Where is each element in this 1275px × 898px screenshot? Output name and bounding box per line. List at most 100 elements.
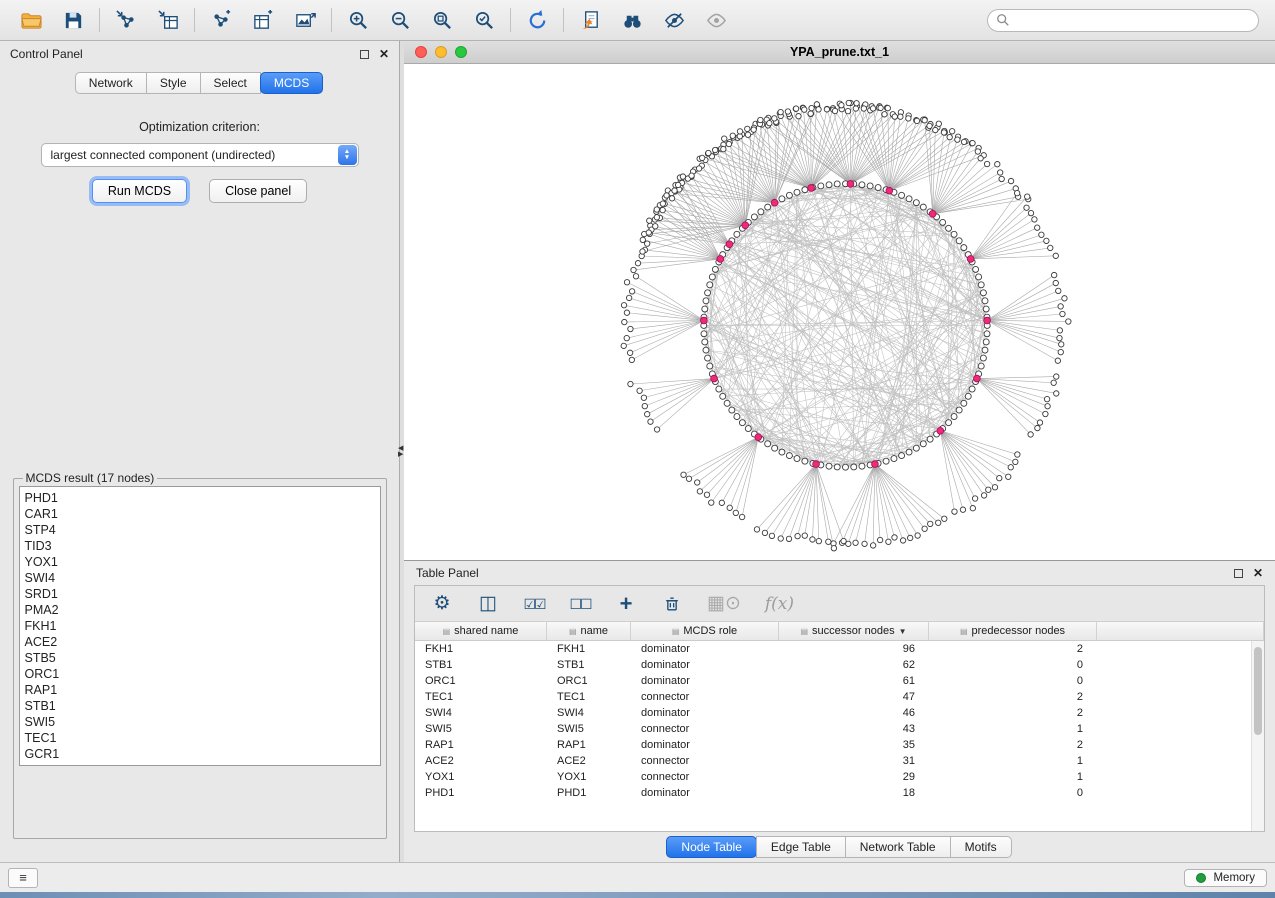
table-cell[interactable]: 62 xyxy=(779,659,929,671)
table-cell[interactable]: dominator xyxy=(631,675,779,687)
table-cell[interactable]: SWI5 xyxy=(547,723,631,735)
result-node[interactable]: FKH1 xyxy=(25,618,375,634)
deselect-all-button[interactable]: ☐☐ xyxy=(569,591,591,617)
column-header[interactable]: ▤predecessor nodes xyxy=(929,622,1097,640)
table-cell[interactable]: FKH1 xyxy=(547,643,631,655)
table-cell[interactable]: STB1 xyxy=(415,659,547,671)
close-panel-icon[interactable]: ✕ xyxy=(379,48,389,60)
result-node[interactable]: STP4 xyxy=(25,522,375,538)
table-row[interactable]: SWI4SWI4dominator462 xyxy=(415,705,1264,721)
table-cell[interactable]: dominator xyxy=(631,707,779,719)
table-cell[interactable]: 46 xyxy=(779,707,929,719)
tab-select[interactable]: Select xyxy=(200,72,261,94)
table-cell[interactable]: YOX1 xyxy=(415,771,547,783)
result-node[interactable]: TID3 xyxy=(25,538,375,554)
table-cell[interactable]: PHD1 xyxy=(547,787,631,799)
tab-style[interactable]: Style xyxy=(146,72,201,94)
result-node[interactable]: SWI4 xyxy=(25,570,375,586)
table-cell[interactable]: ACE2 xyxy=(415,755,547,767)
table-cell[interactable]: dominator xyxy=(631,739,779,751)
table-settings-button[interactable]: ⚙ xyxy=(431,591,453,617)
table-cell[interactable]: 47 xyxy=(779,691,929,703)
table-row[interactable]: STB1STB1dominator620 xyxy=(415,657,1264,673)
save-session-button[interactable] xyxy=(52,4,94,36)
table-cell[interactable]: RAP1 xyxy=(415,739,547,751)
table-cell[interactable]: ORC1 xyxy=(547,675,631,687)
result-node[interactable]: TEC1 xyxy=(25,730,375,746)
table-cell[interactable]: 2 xyxy=(929,643,1097,655)
tab-edge-table[interactable]: Edge Table xyxy=(756,836,846,858)
minimize-window-icon[interactable] xyxy=(435,46,447,58)
table-cell[interactable]: SWI4 xyxy=(547,707,631,719)
table-row[interactable]: RAP1RAP1dominator352 xyxy=(415,737,1264,753)
table-cell[interactable]: connector xyxy=(631,723,779,735)
zoom-in-button[interactable] xyxy=(337,4,379,36)
close-table-panel-icon[interactable]: ✕ xyxy=(1253,567,1263,579)
table-cell[interactable]: FKH1 xyxy=(415,643,547,655)
table-cell[interactable]: 18 xyxy=(779,787,929,799)
search-input[interactable] xyxy=(1010,13,1250,27)
table-cell[interactable]: connector xyxy=(631,691,779,703)
table-row[interactable]: ORC1ORC1dominator610 xyxy=(415,673,1264,689)
network-window-titlebar[interactable]: YPA_prune.txt_1 xyxy=(404,41,1275,64)
optimization-criterion-select[interactable]: largest connected component (undirected)… xyxy=(41,143,359,167)
result-node[interactable]: SRD1 xyxy=(25,586,375,602)
table-row[interactable]: SWI5SWI5connector431 xyxy=(415,721,1264,737)
export-image-button[interactable] xyxy=(284,4,326,36)
tab-network[interactable]: Network xyxy=(75,72,147,94)
table-cell[interactable]: ACE2 xyxy=(547,755,631,767)
table-cell[interactable]: 61 xyxy=(779,675,929,687)
table-scrollbar[interactable] xyxy=(1251,641,1264,831)
column-header[interactable]: ▤MCDS role xyxy=(631,622,779,640)
table-row[interactable]: TEC1TEC1connector472 xyxy=(415,689,1264,705)
show-columns-button[interactable]: ◫ xyxy=(477,591,499,617)
table-cell[interactable]: PHD1 xyxy=(415,787,547,799)
table-cell[interactable]: 2 xyxy=(929,691,1097,703)
result-node[interactable]: YOX1 xyxy=(25,554,375,570)
table-cell[interactable]: TEC1 xyxy=(547,691,631,703)
status-menu-button[interactable]: ≡ xyxy=(8,868,38,888)
table-cell[interactable]: 29 xyxy=(779,771,929,783)
tab-network-table[interactable]: Network Table xyxy=(845,836,951,858)
table-cell[interactable]: dominator xyxy=(631,643,779,655)
open-session-button[interactable] xyxy=(10,4,52,36)
delete-column-button[interactable] xyxy=(661,591,683,617)
apply-layout-button[interactable] xyxy=(516,4,558,36)
result-node[interactable]: STB1 xyxy=(25,698,375,714)
result-node[interactable]: PHD1 xyxy=(25,490,375,506)
maximize-window-icon[interactable] xyxy=(455,46,467,58)
table-cell[interactable]: connector xyxy=(631,771,779,783)
close-panel-button[interactable]: Close panel xyxy=(209,179,307,203)
table-cell[interactable]: 0 xyxy=(929,675,1097,687)
table-cell[interactable]: 0 xyxy=(929,787,1097,799)
import-network-button[interactable] xyxy=(105,4,147,36)
result-node[interactable]: STB5 xyxy=(25,650,375,666)
tab-node-table[interactable]: Node Table xyxy=(666,836,757,858)
table-cell[interactable]: 1 xyxy=(929,755,1097,767)
result-node[interactable]: RAP1 xyxy=(25,682,375,698)
result-node[interactable]: ACE2 xyxy=(25,634,375,650)
result-node[interactable]: PMA2 xyxy=(25,602,375,618)
table-cell[interactable]: 1 xyxy=(929,723,1097,735)
table-cell[interactable]: ORC1 xyxy=(415,675,547,687)
column-header[interactable]: ▤shared name xyxy=(415,622,547,640)
table-cell[interactable]: 35 xyxy=(779,739,929,751)
clone-network-button[interactable] xyxy=(569,4,611,36)
result-node[interactable]: ORC1 xyxy=(25,666,375,682)
table-cell[interactable]: SWI5 xyxy=(415,723,547,735)
float-panel-icon[interactable] xyxy=(360,50,369,59)
table-row[interactable]: ACE2ACE2connector311 xyxy=(415,753,1264,769)
table-cell[interactable]: 2 xyxy=(929,707,1097,719)
table-cell[interactable]: dominator xyxy=(631,787,779,799)
column-header[interactable]: ▤name xyxy=(547,622,631,640)
network-canvas[interactable] xyxy=(404,64,1275,560)
table-row[interactable]: FKH1FKH1dominator962 xyxy=(415,641,1264,657)
table-cell[interactable]: SWI4 xyxy=(415,707,547,719)
run-mcds-button[interactable]: Run MCDS xyxy=(92,179,187,203)
tab-motifs[interactable]: Motifs xyxy=(950,836,1012,858)
table-cell[interactable]: connector xyxy=(631,755,779,767)
select-all-button[interactable]: ☑☑ xyxy=(523,591,545,617)
table-cell[interactable]: 2 xyxy=(929,739,1097,751)
table-cell[interactable]: 0 xyxy=(929,659,1097,671)
mcds-result-list[interactable]: PHD1CAR1STP4TID3YOX1SWI4SRD1PMA2FKH1ACE2… xyxy=(19,486,381,766)
